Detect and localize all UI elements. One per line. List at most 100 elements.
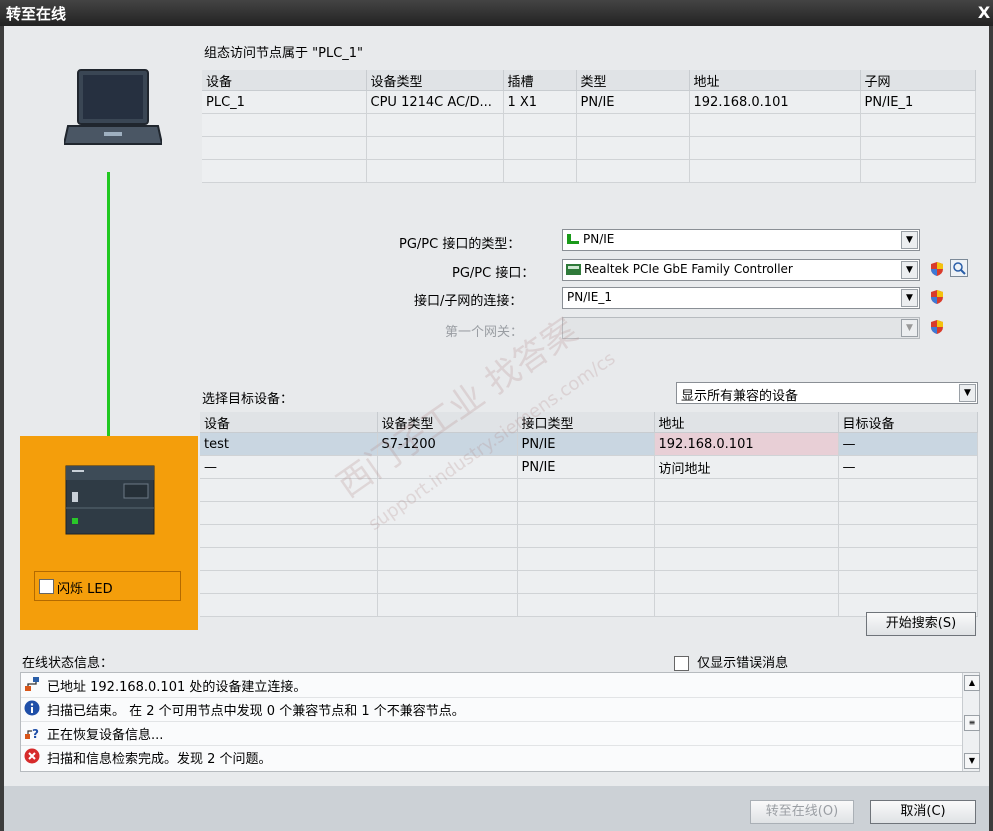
diagnostics-icon[interactable]	[950, 259, 968, 277]
blink-led-checkbox[interactable]	[39, 579, 54, 594]
chevron-down-icon[interactable]: ▼	[901, 289, 918, 307]
target-device-label: 选择目标设备：	[202, 392, 294, 407]
chevron-down-icon[interactable]: ▼	[901, 231, 918, 249]
config-table: 设备 设备类型 插槽 类型 地址 子网 PLC_1 CPU 1214C AC/D…	[202, 70, 976, 183]
cell-device-type: S7-1200	[377, 432, 518, 456]
col-slot[interactable]: 插槽	[503, 70, 577, 91]
message-text: 扫描和信息检索完成。发现 2 个问题。	[47, 752, 272, 767]
title-bar: 转至在线 X	[0, 0, 993, 26]
subnet-label: 接口/子网的连接：	[414, 294, 523, 309]
cell-target-device: —	[838, 455, 978, 479]
pn-ie-icon	[567, 234, 579, 244]
retrieve-icon: ?	[25, 727, 39, 740]
cell-type: PN/IE	[576, 90, 690, 114]
cell-subnet: PN/IE_1	[860, 90, 976, 114]
blink-led-option[interactable]: 闪烁 LED	[34, 571, 181, 601]
only-errors-label: 仅显示错误消息	[697, 656, 789, 671]
table-row	[200, 478, 978, 502]
start-search-button[interactable]: 开始搜索(S)	[866, 612, 976, 636]
chevron-down-icon[interactable]: ▼	[901, 319, 918, 337]
error-icon	[24, 748, 40, 764]
pg-pc-icon	[64, 69, 162, 145]
close-button[interactable]: X	[975, 0, 993, 26]
message-scrollbar[interactable]: ▲ ≡ ▼	[962, 673, 980, 771]
network-card-icon	[566, 264, 581, 275]
col-device-type[interactable]: 设备类型	[377, 412, 518, 433]
target-filter-value: 显示所有兼容的设备	[681, 389, 799, 404]
table-row	[200, 547, 978, 571]
table-row	[200, 524, 978, 548]
table-row	[200, 570, 978, 594]
iface-type-value: PN/IE	[583, 232, 615, 246]
cell-device: PLC_1	[202, 90, 367, 114]
subnet-connection-select[interactable]: PN/IE_1 ▼	[562, 287, 920, 309]
message-text: 正在恢复设备信息...	[47, 728, 164, 743]
cell-device: —	[200, 455, 378, 479]
button-bar: 转至在线(O) 取消(C)	[4, 786, 989, 831]
cancel-button[interactable]: 取消(C)	[870, 800, 976, 824]
shield-icon[interactable]	[929, 289, 945, 305]
chevron-down-icon[interactable]: ▼	[959, 384, 976, 402]
col-device[interactable]: 设备	[202, 70, 367, 91]
cell-address[interactable]: 访问地址	[654, 455, 839, 479]
go-online-dialog: 闪烁 LED 组态访问节点属于 "PLC_1" 设备 设备类型 插槽 类型 地址…	[4, 26, 989, 831]
col-subnet[interactable]: 子网	[860, 70, 976, 91]
col-device-type[interactable]: 设备类型	[366, 70, 504, 91]
cell-interface-type: PN/IE	[517, 432, 655, 456]
col-type[interactable]: 类型	[576, 70, 690, 91]
gateway-label: 第一个网关：	[445, 325, 524, 340]
connection-icon	[25, 677, 39, 691]
only-errors-checkbox[interactable]	[674, 656, 689, 671]
config-heading: 组态访问节点属于 "PLC_1"	[204, 46, 364, 61]
cell-interface-type: PN/IE	[517, 455, 655, 479]
list-item[interactable]: ? 正在恢复设备信息...	[21, 721, 963, 746]
cell-device-type: CPU 1214C AC/D...	[366, 90, 504, 114]
col-device[interactable]: 设备	[200, 412, 378, 433]
only-errors-option[interactable]: 仅显示错误消息	[674, 652, 788, 671]
go-online-button[interactable]: 转至在线(O)	[750, 800, 854, 824]
connection-line	[107, 172, 110, 436]
first-gateway-select[interactable]: ▼	[562, 317, 920, 339]
shield-icon[interactable]	[929, 319, 945, 335]
table-row[interactable]: test S7-1200 PN/IE 192.168.0.101 —	[200, 432, 978, 456]
target-filter-select[interactable]: 显示所有兼容的设备 ▼	[676, 382, 978, 404]
cell-address: 192.168.0.101	[689, 90, 861, 114]
pgpc-interface-select[interactable]: Realtek PCIe GbE Family Controller ▼	[562, 259, 920, 281]
plc-panel: 闪烁 LED	[20, 436, 198, 630]
col-address[interactable]: 地址	[689, 70, 861, 91]
table-row[interactable]: PLC_1 CPU 1214C AC/D... 1 X1 PN/IE 192.1…	[202, 90, 976, 114]
table-row	[200, 593, 978, 617]
scroll-thumb[interactable]: ≡	[964, 715, 980, 731]
pgpc-label: PG/PC 接口：	[452, 266, 535, 281]
cell-slot: 1 X1	[503, 90, 577, 114]
col-target-device[interactable]: 目标设备	[838, 412, 978, 433]
scroll-up-icon[interactable]: ▲	[964, 675, 980, 691]
table-row	[202, 113, 976, 137]
message-text: 扫描已结束。 在 2 个可用节点中发现 0 个兼容节点和 1 个不兼容节点。	[47, 704, 465, 719]
message-text: 已地址 192.168.0.101 处的设备建立连接。	[47, 680, 307, 695]
table-row[interactable]: — PN/IE 访问地址 —	[200, 455, 978, 479]
chevron-down-icon[interactable]: ▼	[901, 261, 918, 279]
col-address[interactable]: 地址	[654, 412, 839, 433]
target-device-table: 设备 设备类型 接口类型 地址 目标设备 test S7-1200 PN/IE …	[200, 412, 978, 617]
info-icon	[24, 700, 40, 716]
status-message-list: 已地址 192.168.0.101 处的设备建立连接。 扫描已结束。 在 2 个…	[20, 672, 980, 772]
blink-led-label: 闪烁 LED	[57, 582, 113, 597]
scroll-down-icon[interactable]: ▼	[964, 753, 980, 769]
cell-device-type	[377, 455, 518, 479]
iface-type-select[interactable]: PN/IE ▼	[562, 229, 920, 251]
cell-target-device: —	[838, 432, 978, 456]
col-interface-type[interactable]: 接口类型	[517, 412, 655, 433]
iface-type-label: PG/PC 接口的类型：	[399, 237, 521, 252]
pgpc-value: Realtek PCIe GbE Family Controller	[584, 262, 793, 276]
shield-icon[interactable]	[929, 261, 945, 277]
cell-address: 192.168.0.101	[654, 432, 839, 456]
list-item[interactable]: 已地址 192.168.0.101 处的设备建立连接。	[21, 673, 963, 698]
table-row	[202, 136, 976, 160]
list-item[interactable]: 扫描和信息检索完成。发现 2 个问题。	[21, 745, 963, 769]
cell-device: test	[200, 432, 378, 456]
list-item[interactable]: 扫描已结束。 在 2 个可用节点中发现 0 个兼容节点和 1 个不兼容节点。	[21, 697, 963, 722]
plc-device-icon	[65, 465, 155, 535]
subnet-value: PN/IE_1	[567, 290, 613, 304]
svg-text:?: ?	[32, 727, 39, 740]
